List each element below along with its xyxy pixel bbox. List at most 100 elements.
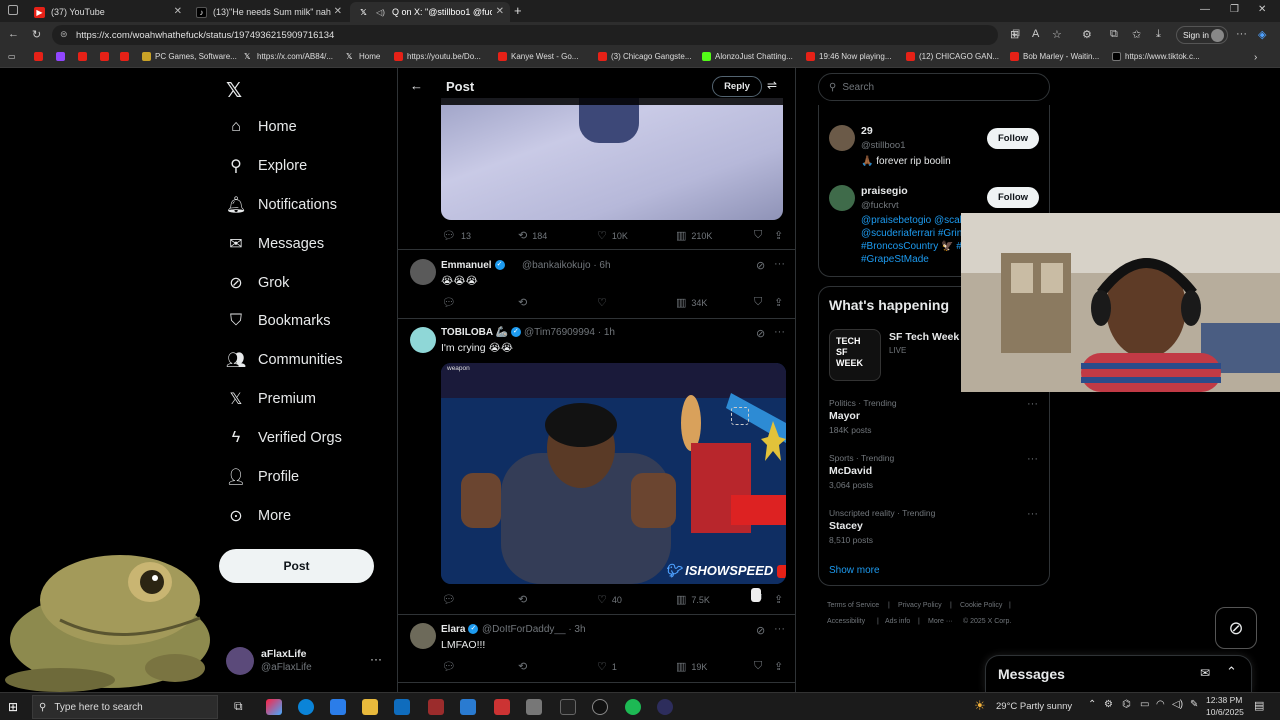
read-aloud-icon[interactable]: A bbox=[1032, 28, 1039, 40]
chevron-right-icon[interactable]: › bbox=[1254, 52, 1257, 63]
refresh-icon[interactable]: ↻ bbox=[32, 28, 41, 41]
footer-link-cookies[interactable]: Cookie Policy bbox=[960, 602, 1002, 609]
file-explorer-icon[interactable] bbox=[362, 699, 378, 715]
restore-icon[interactable]: ❐ bbox=[1230, 4, 1239, 15]
like-action[interactable]: ♡ 10K bbox=[597, 229, 628, 242]
bookmark-yt-3[interactable] bbox=[100, 52, 113, 61]
bookmark-youtu-be[interactable]: https://youtu.be/Do... bbox=[394, 52, 481, 61]
like-action[interactable]: ♡ 40 bbox=[597, 593, 622, 606]
share-icon[interactable]: ⇪ bbox=[774, 296, 783, 309]
search-input[interactable]: ⚲ Search bbox=[818, 73, 1050, 101]
outlook-icon[interactable] bbox=[394, 699, 410, 715]
notifications-icon[interactable]: ▤ bbox=[1254, 699, 1264, 712]
new-message-icon[interactable]: ✉ bbox=[1200, 666, 1210, 680]
more-icon[interactable]: ··· bbox=[774, 258, 785, 270]
close-icon[interactable]: ✕ bbox=[334, 6, 342, 17]
edge-app-icon[interactable] bbox=[298, 699, 314, 715]
user-bio-line[interactable]: @praisebetogio @scal bbox=[861, 215, 962, 226]
bookmark-tiktok[interactable]: https://www.tiktok.c... bbox=[1112, 52, 1200, 61]
downloads-icon[interactable]: ⤓ bbox=[1156, 28, 1161, 41]
nav-grok[interactable]: ⊘ Grok bbox=[226, 270, 289, 296]
store-app-icon[interactable] bbox=[330, 699, 346, 715]
minimize-icon[interactable]: — bbox=[1200, 4, 1210, 15]
avatar[interactable] bbox=[410, 623, 436, 649]
repost-action[interactable]: ⟲ bbox=[518, 660, 532, 673]
media-video[interactable]: weapon 🐦︎ ISHOWSPEED bbox=[441, 363, 786, 584]
nav-notifications[interactable]: 🔔︎ Notifications bbox=[226, 192, 337, 218]
user-bio-line[interactable]: #BroncosCountry 🦅 # bbox=[861, 241, 962, 252]
speaker-icon[interactable]: ◁) bbox=[375, 7, 386, 18]
nav-home[interactable]: ⌂ Home bbox=[226, 114, 297, 140]
favorites-icon[interactable]: ✩ bbox=[1132, 28, 1141, 41]
close-window-icon[interactable]: ✕ bbox=[1258, 4, 1266, 15]
follow-button[interactable]: Follow bbox=[987, 187, 1039, 208]
bookmark-chicago-2[interactable]: (12) CHICAGO GAN... bbox=[906, 52, 999, 61]
tab-actions-icon[interactable] bbox=[8, 5, 18, 15]
post-button[interactable]: Post bbox=[219, 549, 374, 583]
user-name[interactable]: praisegio bbox=[861, 185, 908, 197]
footer-link-more[interactable]: More ··· bbox=[928, 618, 953, 625]
footer-link-ads[interactable]: Ads info bbox=[885, 618, 910, 625]
fullscreen-icon[interactable] bbox=[731, 407, 749, 425]
avatar[interactable] bbox=[829, 125, 855, 151]
grok-icon[interactable]: ⊘ bbox=[756, 259, 765, 272]
network-icon[interactable]: ⌬ bbox=[1122, 699, 1131, 710]
more-icon[interactable]: ··· bbox=[774, 623, 785, 635]
nav-profile[interactable]: 👤︎ Profile bbox=[226, 464, 299, 490]
share-icon[interactable]: ⇪ bbox=[774, 593, 783, 606]
user-bio-line[interactable]: #GrapeStMade bbox=[861, 254, 929, 265]
reply-action[interactable]: 💬︎ bbox=[442, 660, 461, 673]
weather-text[interactable]: 29°C Partly sunny bbox=[996, 701, 1072, 712]
bookmark-kanye[interactable]: Kanye West - Go... bbox=[498, 52, 578, 61]
close-icon[interactable]: ✕ bbox=[496, 6, 504, 17]
views-action[interactable]: ▥ 210K bbox=[676, 229, 712, 242]
app-icon-gray[interactable] bbox=[526, 699, 542, 715]
tweet-author[interactable]: Emmanuel ✓ bbox=[441, 260, 505, 271]
grok-icon[interactable]: ⊘ bbox=[756, 624, 765, 637]
reply-action[interactable]: 💬︎ bbox=[442, 296, 461, 309]
bookmark-now-playing[interactable]: 19:46 Now playing... bbox=[806, 52, 892, 61]
bookmark-pc-games[interactable]: PC Games, Software... bbox=[142, 52, 237, 61]
app-icon-megaton[interactable] bbox=[494, 699, 510, 715]
tab-x-post[interactable]: 𝕏 ◁) Q on X: "@stillboo1 @fuckrvt ✕ bbox=[350, 2, 510, 22]
user-bio-line[interactable]: @scuderiaferrari #Grin bbox=[861, 228, 962, 239]
back-arrow-icon[interactable]: ← bbox=[410, 78, 423, 93]
user-name[interactable]: 29 bbox=[861, 125, 873, 137]
bookmark-icon[interactable]: ⛉ bbox=[754, 296, 762, 309]
spotify-icon[interactable] bbox=[625, 699, 641, 715]
reply-action[interactable]: 💬︎ bbox=[442, 593, 461, 606]
like-action[interactable]: ♡ bbox=[597, 296, 612, 309]
nav-more[interactable]: ⊙ More bbox=[226, 503, 291, 529]
repost-action[interactable]: ⟲ bbox=[518, 593, 532, 606]
nav-bookmarks[interactable]: ⛉ Bookmarks bbox=[226, 308, 331, 334]
messages-drawer[interactable]: Messages ✉ ⌃ bbox=[985, 655, 1252, 692]
bookmark-twitch[interactable] bbox=[56, 52, 69, 61]
nav-premium[interactable]: 𝕏 Premium bbox=[226, 386, 316, 412]
app-icon-fm[interactable] bbox=[460, 699, 476, 715]
more-icon[interactable]: ··· bbox=[1027, 398, 1038, 410]
app-icon-blue[interactable] bbox=[657, 699, 673, 715]
event-thumbnail[interactable]: TECH SF WEEK bbox=[829, 329, 881, 381]
bookmark-bob-marley[interactable]: Bob Marley - Waitin... bbox=[1010, 52, 1099, 61]
bookmark-yt-4[interactable] bbox=[120, 52, 133, 61]
more-icon[interactable]: ··· bbox=[1027, 508, 1038, 520]
account-switcher[interactable]: aFlaxLife @aFlaxLife ··· bbox=[226, 647, 396, 677]
media-video[interactable] bbox=[441, 98, 783, 220]
task-view-icon[interactable]: ⧉ bbox=[234, 699, 243, 714]
more-icon[interactable]: ··· bbox=[774, 326, 785, 338]
avatar[interactable] bbox=[829, 185, 855, 211]
wifi-icon[interactable]: ◠ bbox=[1156, 699, 1165, 710]
bookmark-x-ab84[interactable]: 𝕏https://x.com/AB84/... bbox=[244, 52, 333, 61]
copilot-app-icon[interactable] bbox=[266, 699, 282, 715]
pen-icon[interactable]: ✎ bbox=[1190, 699, 1198, 710]
x-logo-icon[interactable]: 𝕏 bbox=[226, 78, 242, 103]
site-info-icon[interactable]: ⊜ bbox=[60, 29, 68, 40]
like-action[interactable]: ♡ 1 bbox=[597, 660, 617, 673]
volume-icon[interactable]: ◁) bbox=[1172, 699, 1183, 710]
reply-action[interactable]: 💬︎ 13 bbox=[442, 229, 471, 242]
views-action[interactable]: ▥ 7.5K bbox=[676, 593, 710, 606]
extensions-icon[interactable]: ⚙ bbox=[1082, 28, 1092, 41]
nav-communities[interactable]: 👥︎ Communities bbox=[226, 347, 343, 373]
obs-icon[interactable] bbox=[592, 699, 608, 715]
bookmark-alonzo[interactable]: AlonzoJust Chatting... bbox=[702, 52, 793, 61]
